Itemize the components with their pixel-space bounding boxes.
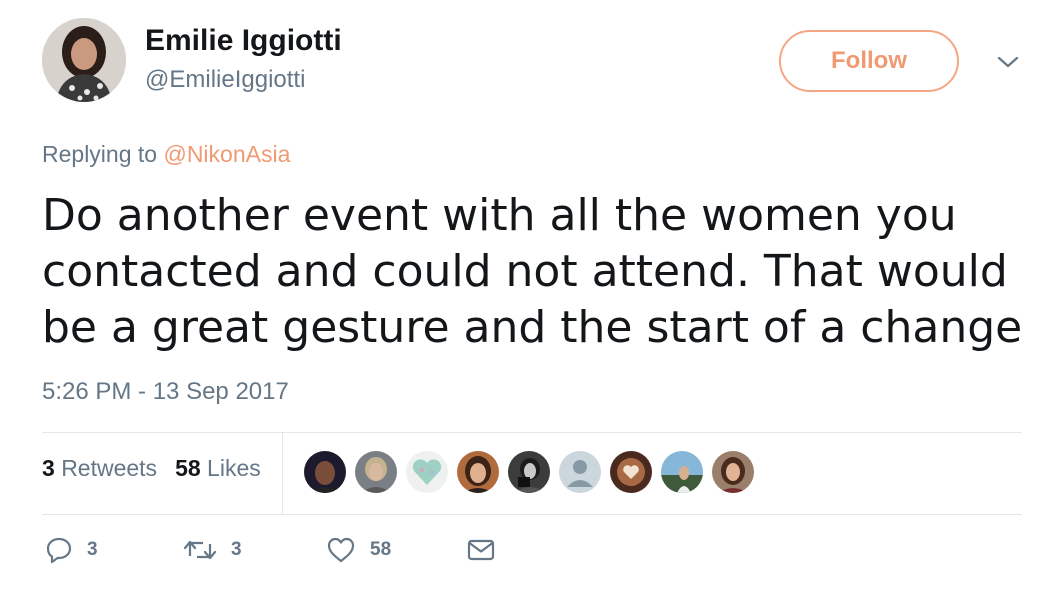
liker-avatar-4[interactable] xyxy=(457,451,499,493)
likes-label: Likes xyxy=(207,455,261,481)
retweet-action[interactable]: 3 xyxy=(183,536,326,564)
tweet-text: Do another event with all the women you … xyxy=(42,190,1023,353)
divider-bottom xyxy=(42,514,1022,515)
tweet-actions: 3 3 58 xyxy=(45,536,496,564)
reply-count: 3 xyxy=(87,539,98,560)
author-avatar[interactable] xyxy=(42,18,126,102)
liker-avatar-3[interactable] xyxy=(406,451,448,493)
retweet-icon xyxy=(183,540,217,560)
retweets-label: Retweets xyxy=(61,455,158,481)
replying-to-line: Replying to @NikonAsia xyxy=(42,141,290,168)
more-options-button[interactable] xyxy=(994,50,1022,74)
liker-avatar-1[interactable] xyxy=(304,451,346,493)
like-count: 58 xyxy=(370,539,392,560)
envelope-icon xyxy=(467,539,495,561)
follow-button[interactable]: Follow xyxy=(779,30,959,92)
replying-to-label: Replying to xyxy=(42,141,158,167)
retweet-count: 3 xyxy=(231,539,242,560)
chevron-down-icon xyxy=(997,56,1019,68)
retweets-count: 3 xyxy=(42,455,55,481)
tweet-timestamp[interactable]: 5:26 PM - 13 Sep 2017 xyxy=(42,378,289,406)
like-action[interactable]: 58 xyxy=(326,536,466,564)
reply-action[interactable]: 3 xyxy=(45,536,183,564)
author-handle[interactable]: @EmilieIggiotti xyxy=(145,66,305,94)
stats-separator xyxy=(282,433,283,514)
liker-avatar-7[interactable] xyxy=(610,451,652,493)
heart-icon xyxy=(327,537,355,563)
retweets-stat[interactable]: 3 Retweets xyxy=(42,455,157,482)
reply-mention-link[interactable]: @NikonAsia xyxy=(163,141,290,167)
liker-avatar-6[interactable] xyxy=(559,451,601,493)
divider-top xyxy=(42,432,1022,433)
liker-avatar-2[interactable] xyxy=(355,451,397,493)
tweet-stats: 3 Retweets 58 Likes xyxy=(42,455,261,482)
likes-stat[interactable]: 58 Likes xyxy=(175,455,261,482)
profile-photo xyxy=(42,18,126,102)
liker-avatar-8[interactable] xyxy=(661,451,703,493)
direct-message-action[interactable] xyxy=(466,537,496,563)
likers-row xyxy=(304,451,754,493)
liker-avatar-5[interactable] xyxy=(508,451,550,493)
author-name[interactable]: Emilie Iggiotti xyxy=(145,24,342,58)
liker-avatar-9[interactable] xyxy=(712,451,754,493)
likes-count: 58 xyxy=(175,455,201,481)
reply-icon xyxy=(46,537,72,564)
